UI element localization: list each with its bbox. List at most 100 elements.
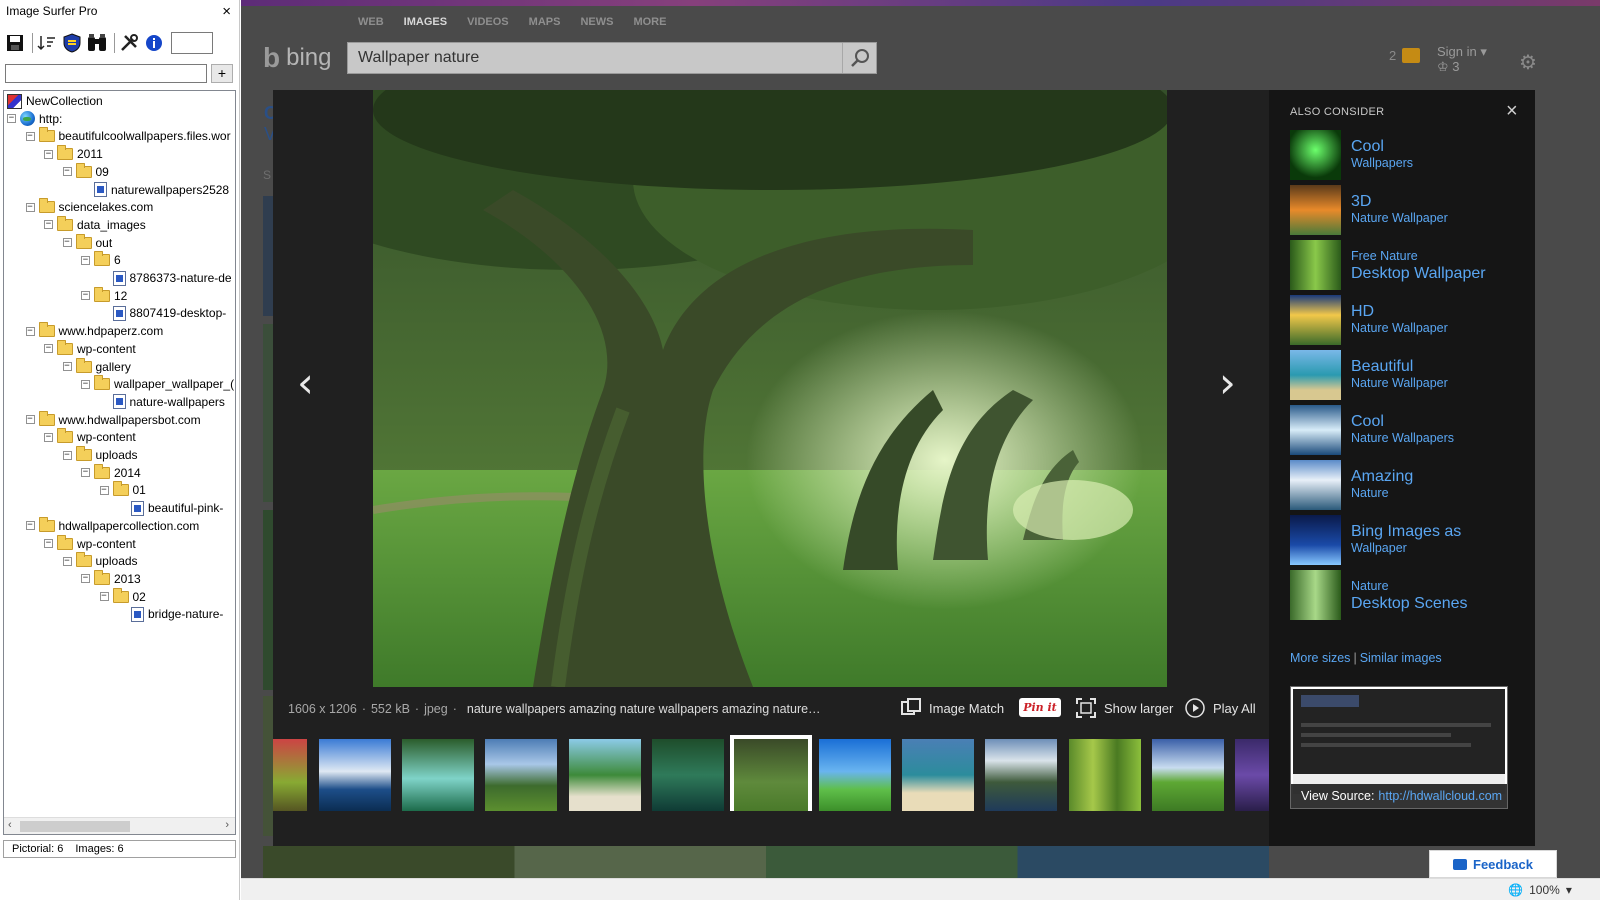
- tree-node-label[interactable]: beautifulcoolwallpapers.files.wor: [59, 129, 231, 143]
- suggestion-thumbnail[interactable]: [1290, 130, 1341, 180]
- tree-node[interactable]: − sciencelakes.com: [25, 198, 153, 216]
- surfer-search-input[interactable]: [5, 64, 207, 83]
- save-icon[interactable]: [4, 32, 26, 54]
- collapse-toggle-icon[interactable]: −: [99, 592, 109, 602]
- pin-it-button[interactable]: Pin it: [1019, 698, 1061, 717]
- tree-node-label[interactable]: www.hdpaperz.com: [59, 324, 164, 338]
- filmstrip-thumb[interactable]: [985, 739, 1057, 811]
- suggestion-item[interactable]: HD Nature Wallpaper: [1290, 295, 1448, 345]
- tree-node-label[interactable]: naturewallpapers2528: [111, 183, 229, 197]
- collapse-toggle-icon[interactable]: −: [81, 255, 90, 265]
- tree-node-label[interactable]: www.hdwallpapersbot.com: [59, 413, 201, 427]
- bing-search-input[interactable]: [348, 43, 842, 73]
- collapse-toggle-icon[interactable]: −: [44, 220, 53, 230]
- suggestion-thumbnail[interactable]: [1290, 570, 1341, 620]
- collapse-toggle-icon[interactable]: −: [44, 149, 53, 159]
- nav-more[interactable]: MORE: [633, 16, 666, 28]
- tree-node[interactable]: − www.hdwallpapersbot.com: [25, 410, 201, 429]
- horizontal-scrollbar[interactable]: ‹ ›: [4, 817, 235, 834]
- nav-maps[interactable]: MAPS: [529, 16, 561, 28]
- collection-tree[interactable]: NewCollection − http: − beautifulcoolwallpap…: [3, 90, 236, 835]
- collapse-toggle-icon[interactable]: −: [25, 326, 35, 336]
- tree-node-label[interactable]: wp-content: [77, 342, 136, 356]
- collapse-toggle-icon[interactable]: −: [62, 450, 72, 460]
- suggestion-item[interactable]: 3D Nature Wallpaper: [1290, 185, 1448, 235]
- suggestion-line1[interactable]: Amazing: [1351, 468, 1413, 485]
- suggestion-line2[interactable]: Nature Wallpapers: [1351, 430, 1454, 447]
- tree-node[interactable]: 8786373-nature-de: [100, 269, 232, 287]
- collapse-toggle-icon[interactable]: −: [62, 362, 72, 371]
- tree-node[interactable]: − 02: [99, 587, 146, 606]
- filmstrip-thumb[interactable]: [902, 739, 974, 811]
- suggestion-item[interactable]: Cool Wallpapers: [1290, 130, 1413, 180]
- suggestion-item[interactable]: Nature Desktop Scenes: [1290, 570, 1468, 620]
- scrollbar-thumb[interactable]: [20, 821, 130, 832]
- tree-node-label[interactable]: NewCollection: [26, 94, 103, 108]
- tree-node[interactable]: naturewallpapers2528: [81, 181, 229, 199]
- tree-node-label[interactable]: uploads: [96, 448, 138, 462]
- tree-node-label[interactable]: wp-content: [77, 537, 136, 551]
- suggestion-line1[interactable]: Nature: [1351, 578, 1468, 595]
- suggestion-item[interactable]: Cool Nature Wallpapers: [1290, 405, 1454, 455]
- chevron-down-icon[interactable]: ▾: [1566, 883, 1572, 897]
- tree-node-label[interactable]: out: [96, 236, 113, 250]
- tree-node[interactable]: beautiful-pink-: [118, 499, 223, 517]
- tree-node[interactable]: − data_images: [44, 215, 146, 234]
- collapse-toggle-icon[interactable]: −: [44, 539, 53, 548]
- tree-node-label[interactable]: data_images: [77, 218, 146, 232]
- tree-node[interactable]: − 12: [81, 286, 127, 305]
- suggestion-thumbnail[interactable]: [1290, 460, 1341, 510]
- view-source-bar[interactable]: View Source: http://hdwallcloud.com: [1291, 784, 1507, 808]
- collapse-toggle-icon[interactable]: −: [81, 291, 90, 301]
- tree-node-label[interactable]: bridge-nature-: [148, 607, 223, 621]
- filmstrip-thumb[interactable]: [819, 739, 891, 811]
- suggestion-item[interactable]: Bing Images as Wallpaper: [1290, 515, 1461, 565]
- close-icon[interactable]: ×: [1506, 100, 1518, 123]
- suggestion-line2[interactable]: Nature: [1351, 485, 1413, 502]
- view-source-link[interactable]: http://hdwallcloud.com: [1378, 789, 1502, 803]
- collapse-toggle-icon[interactable]: −: [44, 432, 53, 442]
- tree-node-label[interactable]: hdwallpapercollection.com: [59, 519, 200, 533]
- filmstrip-thumb[interactable]: [652, 739, 724, 811]
- suggestion-line2[interactable]: Desktop Wallpaper: [1351, 265, 1486, 282]
- suggestion-thumbnail[interactable]: [1290, 240, 1341, 290]
- tree-node-label[interactable]: http:: [39, 112, 62, 126]
- main-image[interactable]: [373, 90, 1167, 687]
- more-sizes-link[interactable]: More sizes: [1290, 651, 1350, 665]
- sort-icon[interactable]: [36, 32, 58, 54]
- gear-icon[interactable]: ⚙: [1519, 50, 1537, 75]
- tree-node[interactable]: − uploads: [62, 552, 138, 570]
- tree-node-label[interactable]: 2011: [77, 147, 103, 161]
- previous-image-icon[interactable]: ‹: [297, 358, 314, 407]
- tree-node[interactable]: − 2011: [44, 145, 103, 163]
- tree-node[interactable]: − 2014: [81, 463, 141, 482]
- suggestion-thumbnail[interactable]: [1290, 295, 1341, 345]
- tree-node[interactable]: − wp-content: [44, 428, 136, 446]
- suggestion-line1[interactable]: Cool: [1351, 138, 1413, 155]
- bing-logo[interactable]: b bing: [263, 42, 331, 74]
- tree-node[interactable]: − http:: [7, 110, 62, 128]
- tree-node-label[interactable]: wallpaper_wallpaper_(: [114, 377, 234, 391]
- collapse-toggle-icon[interactable]: −: [62, 167, 72, 177]
- search-icon[interactable]: [842, 43, 876, 73]
- tree-node-label[interactable]: 02: [133, 590, 146, 604]
- tree-node[interactable]: 8807419-desktop-: [100, 304, 227, 322]
- image-match-action[interactable]: Image Match: [901, 698, 1004, 718]
- add-button[interactable]: +: [211, 64, 233, 83]
- suggestion-line1[interactable]: Free Nature: [1351, 248, 1486, 265]
- tree-node-label[interactable]: 8807419-desktop-: [130, 306, 227, 320]
- nav-news[interactable]: NEWS: [580, 16, 613, 28]
- tree-node[interactable]: − uploads: [62, 446, 138, 464]
- filmstrip-thumb-selected[interactable]: [730, 735, 812, 811]
- suggestion-line1[interactable]: 3D: [1351, 193, 1448, 210]
- filmstrip-thumb[interactable]: [1152, 739, 1224, 811]
- tools-icon[interactable]: [118, 32, 140, 54]
- suggestion-line2[interactable]: Wallpapers: [1351, 155, 1413, 172]
- tree-node-label[interactable]: 6: [114, 253, 121, 267]
- scroll-right-icon[interactable]: ›: [225, 819, 229, 831]
- filmstrip-thumb[interactable]: [1235, 739, 1269, 811]
- filmstrip-thumb[interactable]: [273, 739, 307, 811]
- tree-node[interactable]: − hdwallpapercollection.com: [25, 516, 200, 535]
- tree-node-label[interactable]: 01: [133, 483, 146, 497]
- tree-node[interactable]: NewCollection: [7, 92, 103, 110]
